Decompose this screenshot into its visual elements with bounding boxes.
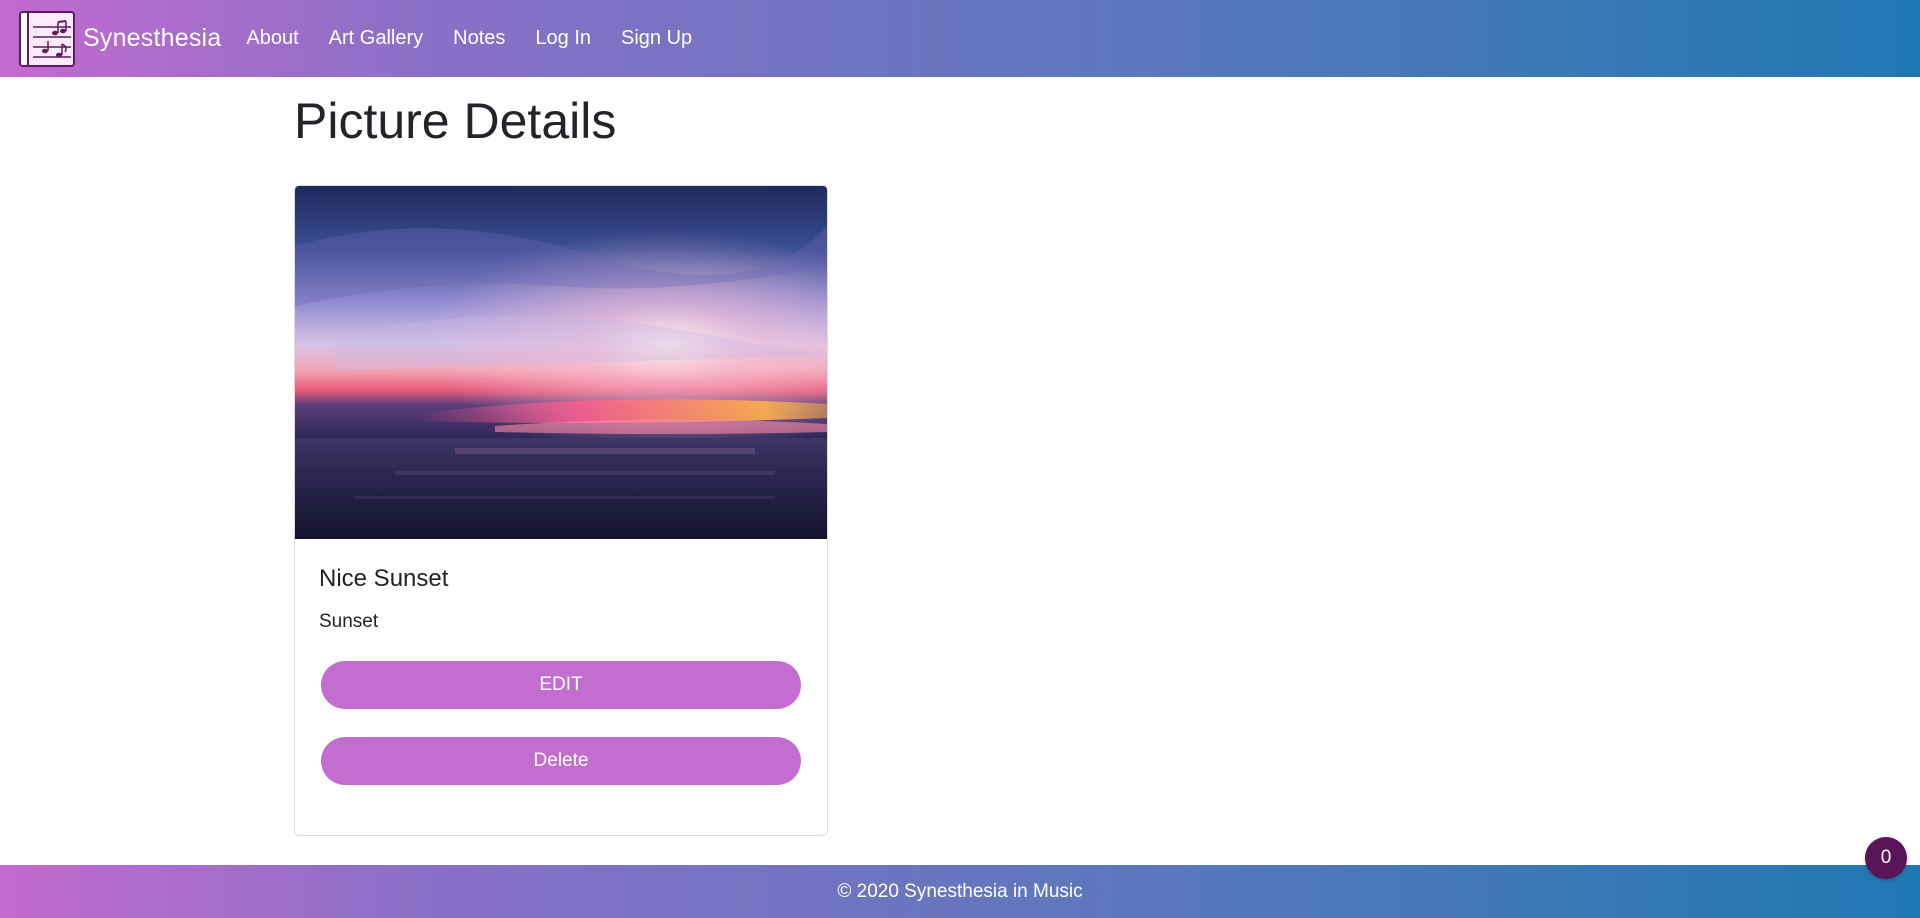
nav-link-about[interactable]: About	[231, 27, 313, 50]
notification-count-badge[interactable]: 0	[1865, 837, 1907, 879]
nav-link-sign-up[interactable]: Sign Up	[606, 27, 707, 50]
picture-card: Nice Sunset Sunset EDIT Delete	[294, 185, 828, 836]
brand[interactable]: Synesthesia	[19, 10, 221, 67]
footer: © 2020 Synesthesia in Music	[0, 865, 1920, 918]
picture-title: Nice Sunset	[319, 565, 449, 592]
copyright-text: © 2020 Synesthesia in Music	[837, 880, 1083, 902]
card-body: Nice Sunset Sunset EDIT Delete	[295, 539, 827, 809]
nav-link-log-in[interactable]: Log In	[520, 27, 606, 50]
nav-link-notes[interactable]: Notes	[438, 27, 520, 50]
nav-links: About Art Gallery Notes Log In Sign Up	[231, 27, 707, 50]
music-notes-logo-icon[interactable]	[19, 10, 75, 67]
main-content: Picture Details Nice Sunset Sunset EDIT …	[294, 77, 1626, 836]
brand-name[interactable]: Synesthesia	[83, 24, 221, 53]
nav-link-art-gallery[interactable]: Art Gallery	[314, 27, 438, 50]
page-title: Picture Details	[294, 93, 617, 149]
top-navbar: Synesthesia About Art Gallery Notes Log …	[0, 0, 1920, 77]
sunset-photo	[295, 186, 827, 539]
picture-category: Sunset	[319, 611, 379, 632]
delete-button[interactable]: Delete	[321, 737, 801, 785]
edit-button[interactable]: EDIT	[321, 661, 801, 709]
